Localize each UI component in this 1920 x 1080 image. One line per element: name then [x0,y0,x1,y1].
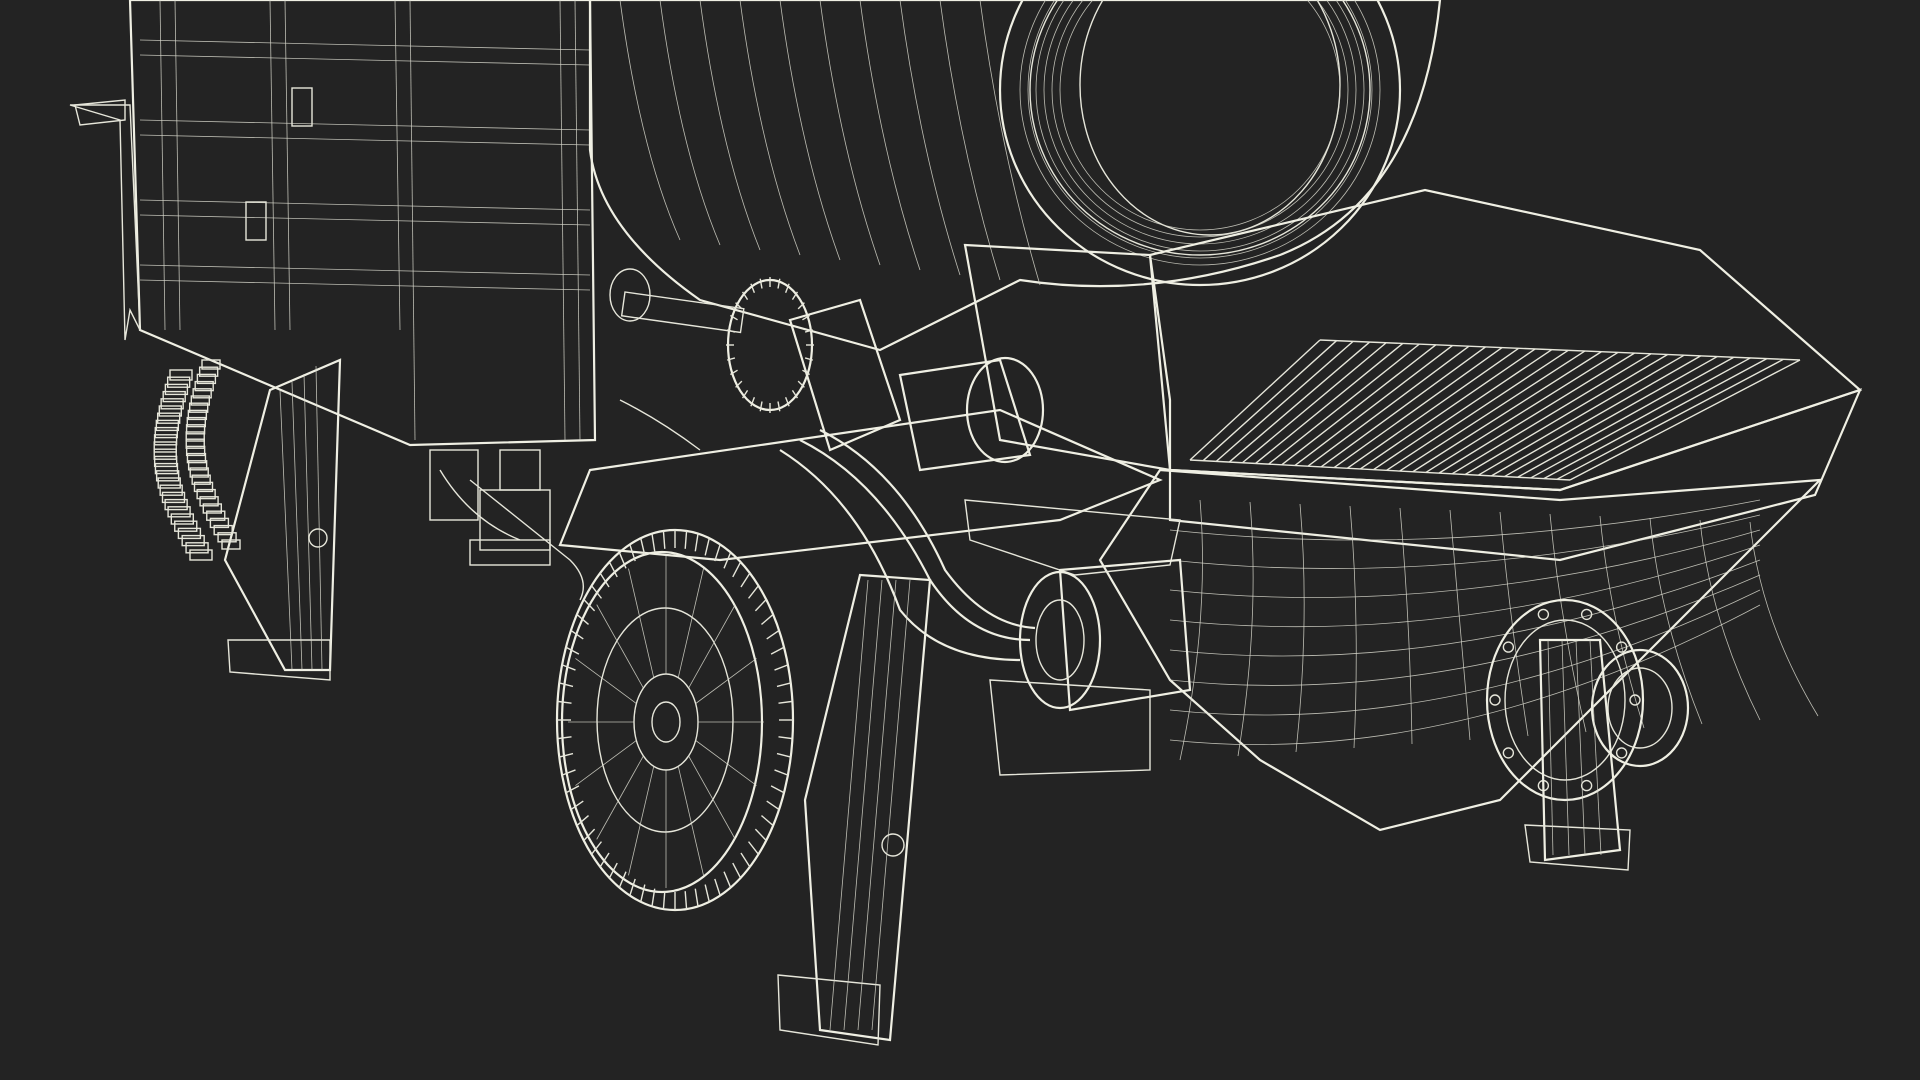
render-viewport [0,0,1920,1080]
background [0,0,1920,1080]
wireframe-render-canvas [0,0,1920,1080]
